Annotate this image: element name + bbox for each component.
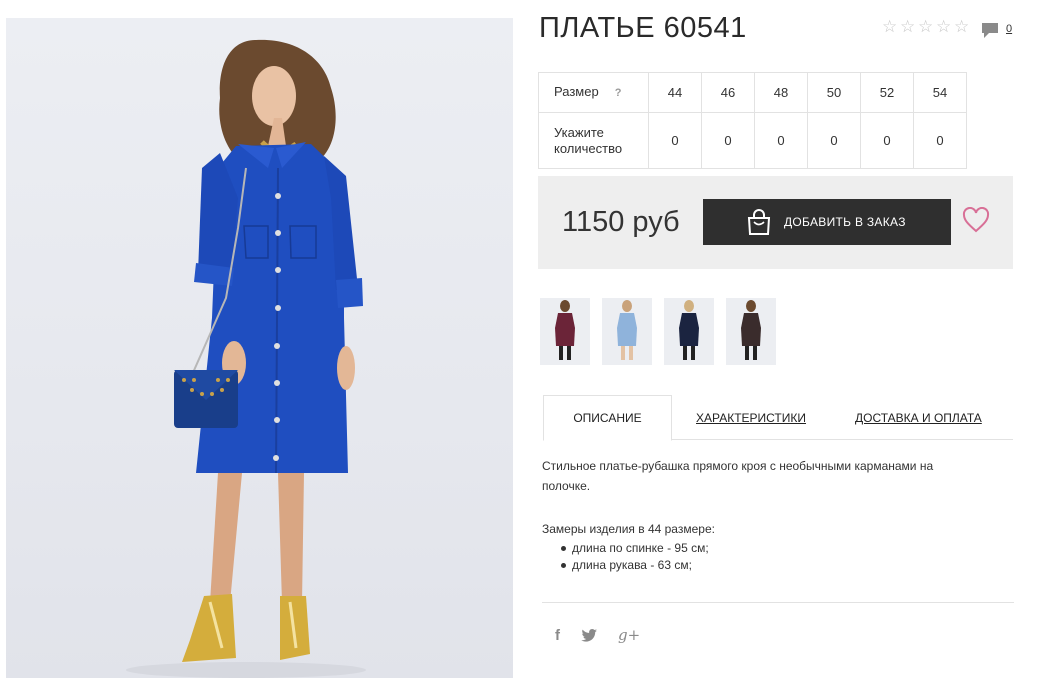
color-thumbnails — [540, 298, 776, 365]
star-icon[interactable]: ☆ — [954, 19, 971, 36]
size-44: 44 — [648, 72, 702, 113]
size-help-icon[interactable]: ? — [615, 87, 622, 99]
facebook-icon[interactable]: f — [555, 627, 560, 644]
quantity-label-line2: количество — [554, 140, 623, 156]
product-title: ПЛАТЬЕ 60541 — [539, 12, 747, 44]
quantity-input-46[interactable]: 0 — [701, 112, 755, 169]
thumbnail-navy[interactable] — [664, 298, 714, 365]
size-52: 52 — [860, 72, 914, 113]
star-icon[interactable]: ☆ — [900, 19, 917, 36]
quantity-input-48[interactable]: 0 — [754, 112, 808, 169]
comment-icon[interactable] — [981, 22, 999, 39]
size-46: 46 — [701, 72, 755, 113]
thumbnail-figure — [555, 300, 575, 360]
tab-characteristics[interactable]: ХАРАКТЕРИСТИКИ — [696, 395, 806, 440]
quantity-input-52[interactable]: 0 — [860, 112, 914, 169]
description-text: Стильное платье-рубашка прямого кроя с н… — [542, 459, 934, 493]
tab-description[interactable]: ОПИСАНИЕ — [543, 395, 672, 441]
list-item: длина рукава - 63 см; — [542, 557, 715, 574]
measures-block: Замеры изделия в 44 размере: длина по сп… — [542, 520, 715, 574]
thumbnail-dark-brown[interactable] — [726, 298, 776, 365]
star-icon[interactable]: ☆ — [918, 19, 935, 36]
comments-count-link[interactable]: 0 — [1006, 23, 1012, 35]
tab-delivery[interactable]: ДОСТАВКА И ОПЛАТА — [855, 395, 982, 440]
add-to-order-label: ДОБАВИТЬ В ЗАКАЗ — [784, 215, 906, 229]
thumbnail-figure — [617, 300, 637, 360]
rating-stars[interactable]: ☆ ☆ ☆ ☆ ☆ — [882, 19, 971, 36]
quantity-input-50[interactable]: 0 — [807, 112, 861, 169]
size-label-cell: Размер? — [538, 72, 649, 113]
product-photo[interactable] — [6, 18, 513, 678]
shopping-bag-icon — [747, 209, 771, 235]
price-panel: 1150 руб ДОБАВИТЬ В ЗАКАЗ — [538, 176, 1013, 269]
size-50: 50 — [807, 72, 861, 113]
star-icon[interactable]: ☆ — [936, 19, 953, 36]
star-icon[interactable]: ☆ — [882, 19, 899, 36]
size-54: 54 — [913, 72, 967, 113]
quantity-label: Укажите количество — [538, 112, 649, 169]
measures-title: Замеры изделия в 44 размере: — [542, 522, 715, 536]
thumbnail-light-blue[interactable] — [602, 298, 652, 365]
heart-icon[interactable] — [962, 207, 990, 233]
add-to-order-button[interactable]: ДОБАВИТЬ В ЗАКАЗ — [703, 199, 951, 245]
size-48: 48 — [754, 72, 808, 113]
quantity-row: Укажите количество 0 0 0 0 0 0 — [538, 112, 967, 169]
size-table: Размер? 44 46 48 50 52 54 Укажите количе… — [538, 72, 967, 169]
thumbnail-figure — [741, 300, 761, 360]
thumbnail-figure — [679, 300, 699, 360]
social-share: f g+ — [555, 626, 640, 644]
quantity-input-44[interactable]: 0 — [648, 112, 702, 169]
quantity-input-54[interactable]: 0 — [913, 112, 967, 169]
quantity-label-line1: Укажите — [554, 124, 604, 140]
measures-list: длина по спинке - 95 см; длина рукава - … — [542, 540, 715, 574]
divider — [542, 602, 1014, 603]
size-label: Размер — [554, 84, 599, 99]
twitter-icon[interactable] — [581, 628, 597, 642]
price: 1150 руб — [562, 206, 680, 238]
list-item: длина по спинке - 95 см; — [542, 540, 715, 557]
product-tabs: ОПИСАНИЕ ХАРАКТЕРИСТИКИ ДОСТАВКА И ОПЛАТ… — [543, 395, 1013, 441]
google-plus-icon[interactable]: g+ — [618, 626, 640, 644]
size-row: Размер? 44 46 48 50 52 54 — [538, 72, 967, 113]
thumbnail-burgundy[interactable] — [540, 298, 590, 365]
model-illustration — [126, 39, 366, 678]
